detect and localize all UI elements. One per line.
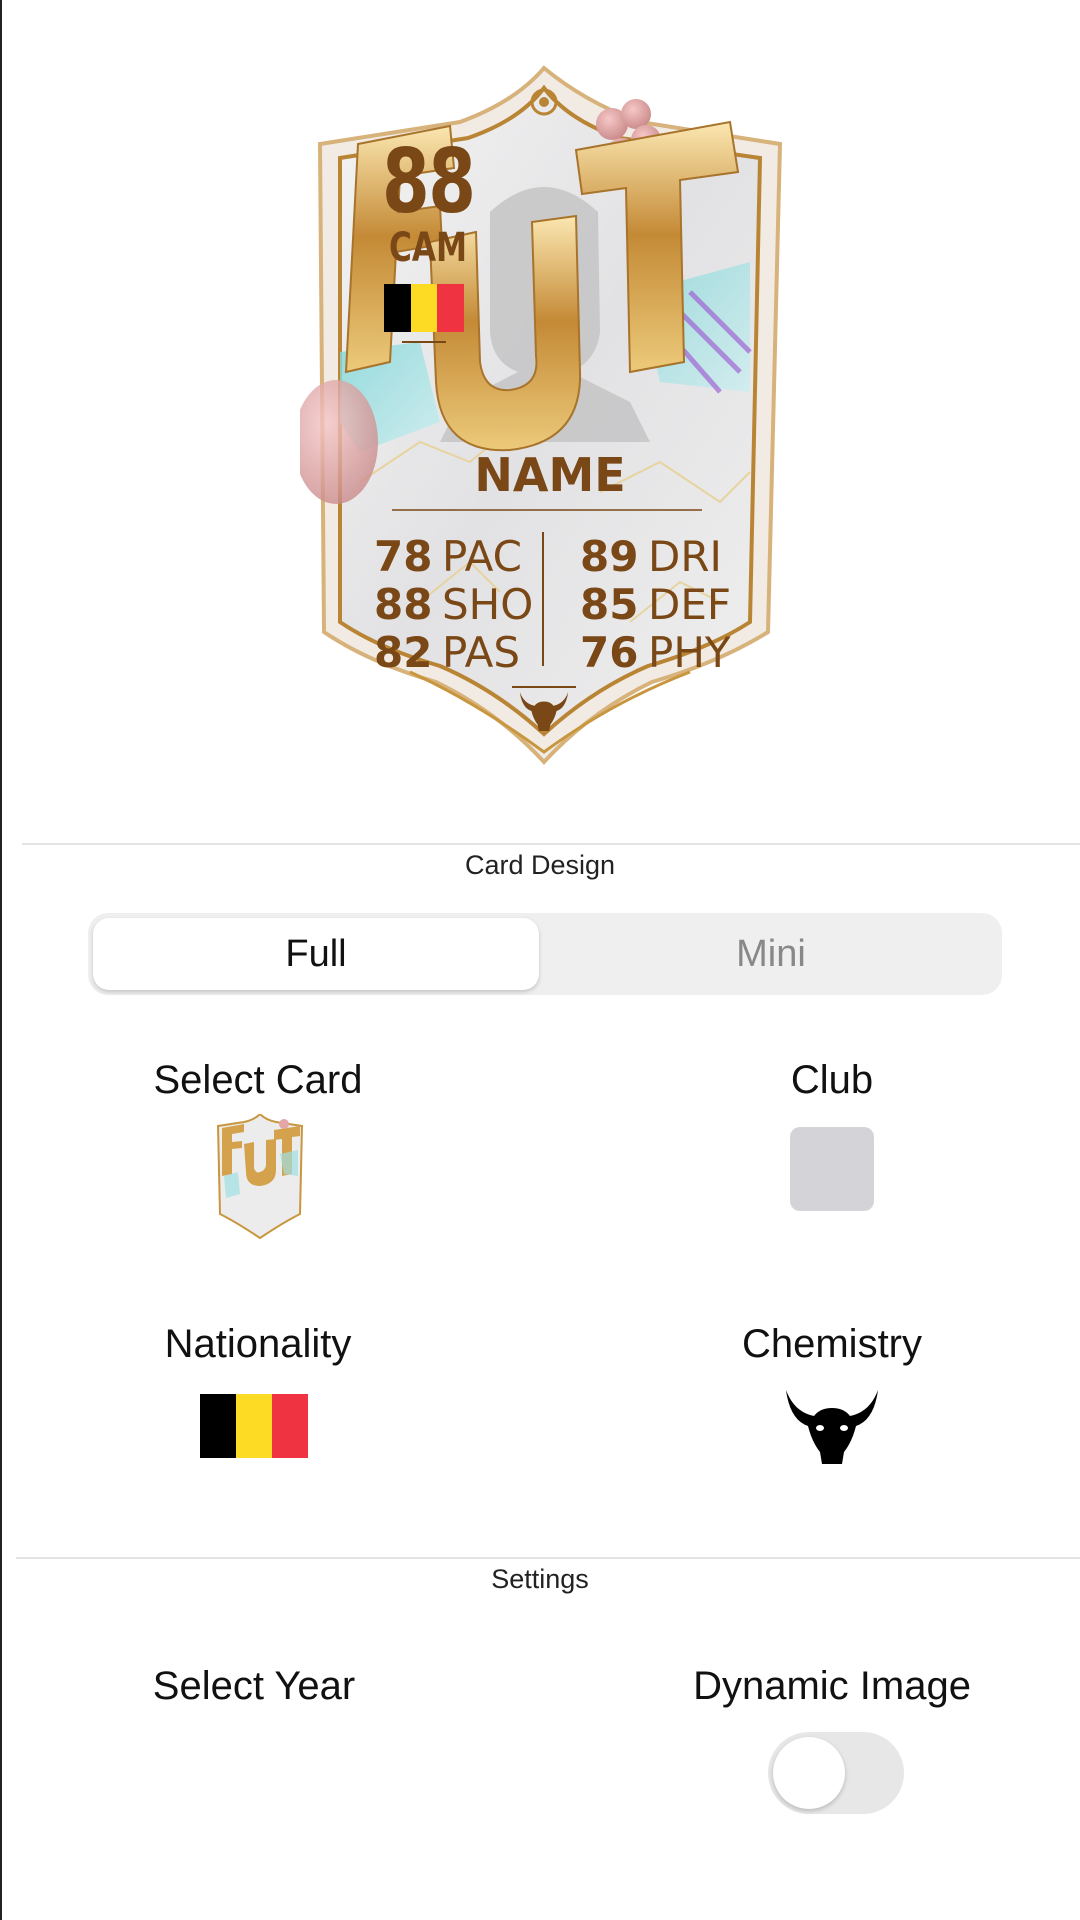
select-card-thumbnail[interactable]: [214, 1114, 306, 1240]
stat-label: PAC: [442, 532, 522, 581]
card-chem-divider: [512, 686, 576, 688]
settings-title: Settings: [491, 1564, 589, 1594]
chemistry-label: Chemistry: [741, 1322, 923, 1366]
card-stats-divider: [542, 532, 544, 666]
card-design-title: Card Design: [464, 850, 616, 880]
stat-label: SHO: [442, 580, 534, 629]
dynamic-image-label: Dynamic Image: [693, 1664, 971, 1708]
stat-value: 78: [374, 532, 433, 581]
card-name-divider: [392, 509, 702, 511]
card-stat-pas: 82 PAS: [374, 630, 520, 676]
card-stat-sho: 88 SHO: [374, 582, 533, 628]
card-player-name: NAME: [474, 448, 626, 502]
stat-label: PHY: [648, 628, 731, 677]
stat-value: 88: [374, 580, 433, 629]
segment-full[interactable]: Full: [93, 918, 539, 990]
club-label: Club: [790, 1058, 874, 1102]
card-stat-def: 85 DEF: [580, 582, 731, 628]
stat-value: 76: [580, 628, 639, 677]
club-badge-placeholder[interactable]: [790, 1127, 874, 1211]
card-flag-underline: [402, 341, 446, 343]
card-stat-phy: 76 PHY: [580, 630, 731, 676]
stat-label: DEF: [648, 580, 732, 629]
card-stat-dri: 89 DRI: [580, 534, 722, 580]
window-edge: [0, 0, 2, 1920]
section-divider: [16, 1557, 1080, 1559]
stat-value: 89: [580, 532, 639, 581]
select-card-label: Select Card: [153, 1058, 363, 1102]
stat-label: PAS: [442, 628, 521, 677]
stat-value: 82: [374, 628, 433, 677]
nationality-flag-button[interactable]: [200, 1394, 308, 1458]
section-divider: [22, 843, 1080, 845]
stat-value: 85: [580, 580, 639, 629]
player-card-preview[interactable]: 88 CAM NAME 78 PAC 88 SHO 82 PAS 89 DRI 85 DE…: [300, 62, 800, 772]
card-position: CAM: [389, 225, 468, 271]
bull-head-icon: [519, 692, 569, 731]
card-design-segmented-control[interactable]: Full Mini: [88, 913, 1002, 995]
bull-head-icon[interactable]: [784, 1386, 880, 1466]
nationality-label: Nationality: [164, 1322, 352, 1366]
card-nation-flag: [384, 284, 465, 332]
select-year-label: Select Year: [152, 1664, 356, 1708]
card-stat-pac: 78 PAC: [374, 534, 522, 580]
toggle-knob: [773, 1737, 845, 1809]
stat-label: DRI: [648, 532, 722, 581]
segment-mini[interactable]: Mini: [548, 918, 994, 990]
card-rating: 88: [382, 130, 476, 233]
dynamic-image-toggle[interactable]: [768, 1732, 904, 1814]
